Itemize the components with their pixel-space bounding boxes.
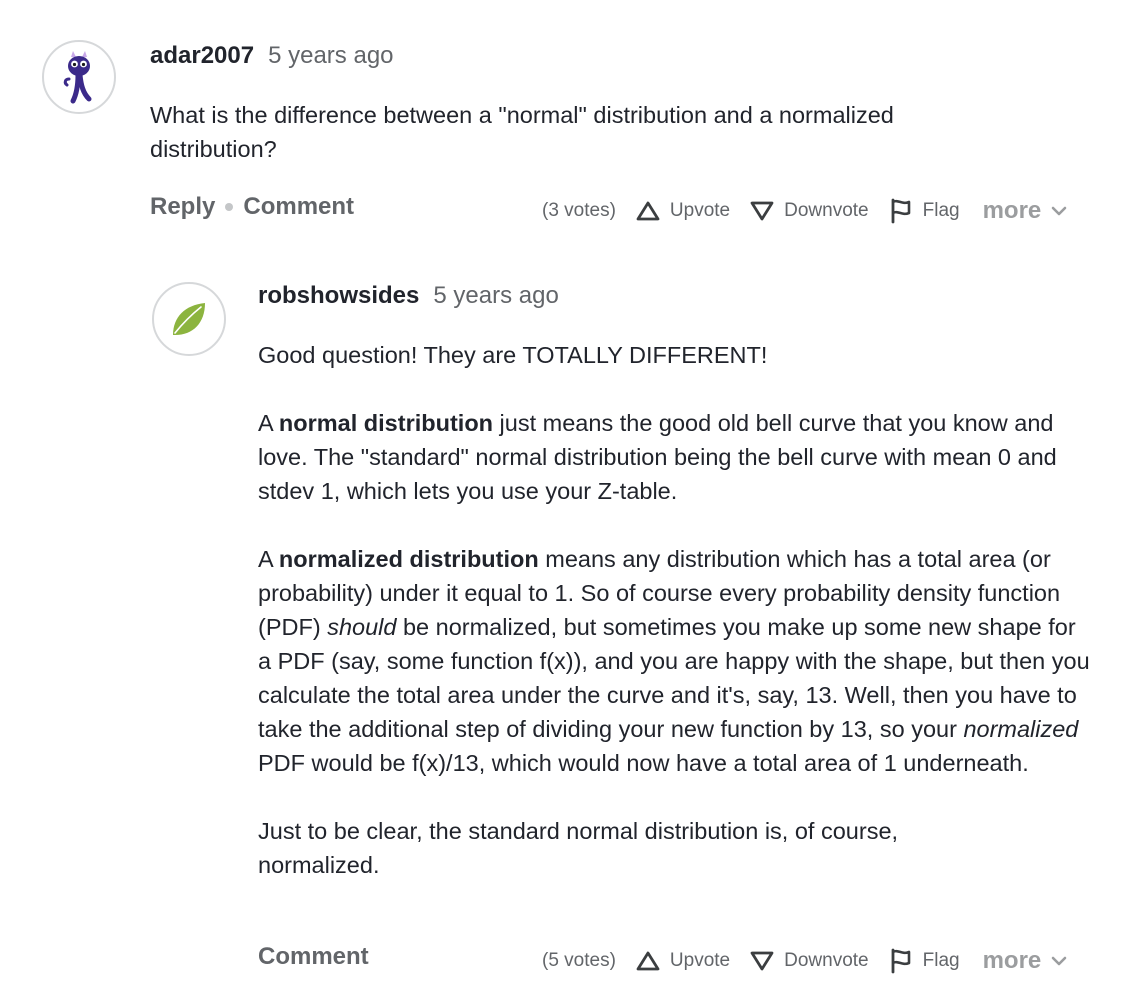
answer-text: PDF would be f(x)/13, which would now ha… xyxy=(258,750,1029,776)
downvote-icon xyxy=(750,201,774,221)
question-actions-left: Reply Comment xyxy=(150,193,354,221)
question-avatar[interactable] xyxy=(42,40,116,114)
comment-button[interactable]: Comment xyxy=(243,193,354,221)
flag-button[interactable]: Flag xyxy=(889,198,960,224)
flag-icon xyxy=(891,948,910,974)
flag-label: Flag xyxy=(922,200,960,221)
answer-paragraph: A normalized distribution means any dist… xyxy=(258,542,1093,780)
vote-count: (3 votes) xyxy=(542,200,616,221)
chevron-down-icon xyxy=(1051,206,1067,216)
downvote-button[interactable]: Downvote xyxy=(750,950,869,972)
answer-meta: robshowsides 5 years ago xyxy=(258,282,559,310)
upvote-button[interactable]: Upvote xyxy=(636,950,730,972)
answer-actions-right: (5 votes) Upvote Downvote Flag more xyxy=(542,947,1067,975)
answer-text: A xyxy=(258,546,279,572)
answer-bold-term: normalized distribution xyxy=(278,546,539,572)
question-timestamp[interactable]: 5 years ago xyxy=(268,42,393,70)
answer-timestamp[interactable]: 5 years ago xyxy=(433,282,558,310)
more-label: more xyxy=(982,947,1042,974)
question-username[interactable]: adar2007 xyxy=(150,42,254,70)
question-actions-right: (3 votes) Upvote Downvote Flag more xyxy=(542,197,1067,225)
answer-paragraph: Just to be clear, the standard normal di… xyxy=(258,818,899,878)
downvote-label: Downvote xyxy=(784,200,869,221)
upvote-label: Upvote xyxy=(669,950,731,971)
question-text: What is the difference between a "normal… xyxy=(150,102,894,162)
green-leaf-icon xyxy=(173,303,205,335)
flag-icon xyxy=(891,198,910,224)
upvote-label: Upvote xyxy=(669,200,731,221)
chevron-down-icon xyxy=(1051,956,1067,966)
reply-button[interactable]: Reply xyxy=(150,193,215,221)
vote-count: (5 votes) xyxy=(542,950,616,971)
answer-actions-left: Comment xyxy=(258,943,369,971)
answer-italic-term: should xyxy=(327,614,397,640)
answer-paragraph: A normal distribution just means the goo… xyxy=(258,406,1093,508)
more-menu[interactable]: more xyxy=(983,947,1068,975)
answer-body: Good question! They are TOTALLY DIFFEREN… xyxy=(258,338,1093,882)
upvote-icon xyxy=(636,951,660,971)
more-label: more xyxy=(982,197,1042,224)
answer-paragraph: Good question! They are TOTALLY DIFFEREN… xyxy=(258,342,768,368)
question-meta: adar2007 5 years ago xyxy=(150,42,394,70)
separator-dot xyxy=(225,203,234,211)
upvote-button[interactable]: Upvote xyxy=(636,200,730,222)
answer-bold-term: normal distribution xyxy=(278,410,494,436)
comment-button[interactable]: Comment xyxy=(258,943,369,971)
downvote-icon xyxy=(750,951,774,971)
answer-avatar[interactable] xyxy=(152,282,226,356)
flag-button[interactable]: Flag xyxy=(889,948,960,974)
upvote-icon xyxy=(636,201,660,221)
purple-monster-icon xyxy=(63,51,92,104)
flag-label: Flag xyxy=(922,950,960,971)
answer-text: A xyxy=(258,410,279,436)
downvote-button[interactable]: Downvote xyxy=(750,200,869,222)
answer-italic-term: normalized xyxy=(963,716,1079,742)
more-menu[interactable]: more xyxy=(983,197,1068,225)
downvote-label: Downvote xyxy=(784,950,869,971)
answer-username[interactable]: robshowsides xyxy=(258,282,419,310)
